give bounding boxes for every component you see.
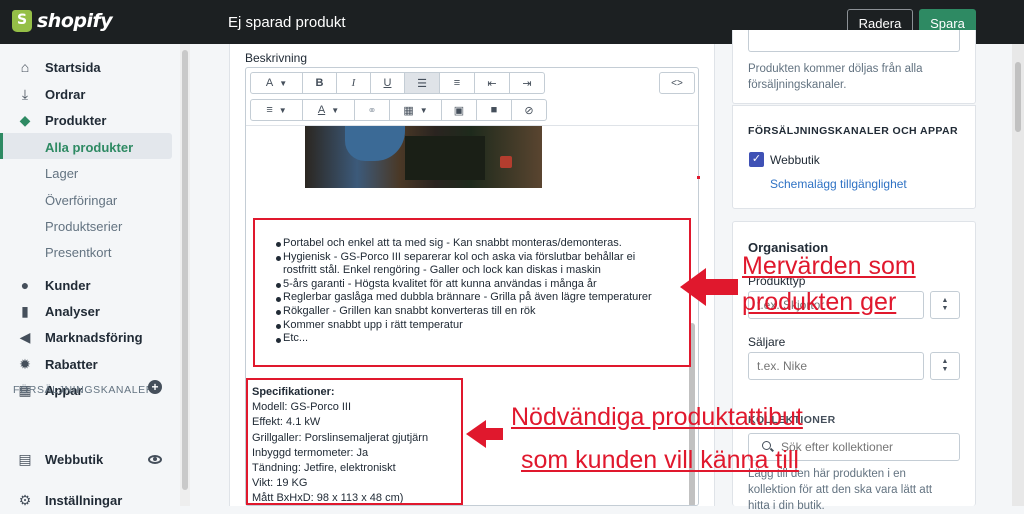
arrow-left-icon [680,268,738,306]
annotation-specs-line1: Nödvändiga produktattibut [511,403,803,431]
annotation-benefits-line1: Mervärden som [742,252,916,280]
annotation-specs-line2: som kunden vill känna till [521,446,799,474]
arrow-left-icon [466,420,503,448]
annotation-benefits-line2: produkten ger [742,288,897,316]
